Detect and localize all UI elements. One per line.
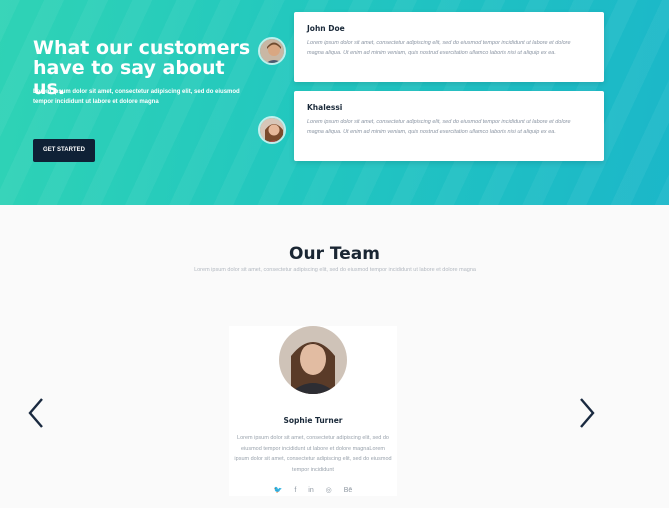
member-social-links: 🐦 f in ◎ Bē: [229, 486, 397, 494]
team-subtitle: Lorem ipsum dolor sit amet, consectetur …: [194, 267, 476, 273]
hero-text: Lorem ipsum dolor sit amet, consectetur …: [33, 89, 240, 105]
dribbble-icon[interactable]: ◎: [326, 486, 332, 494]
member-photo: [279, 326, 347, 394]
twitter-icon[interactable]: 🐦: [274, 486, 283, 494]
team-title: Our Team: [289, 244, 380, 264]
facebook-icon[interactable]: f: [294, 487, 296, 494]
chevron-right-icon: [580, 398, 595, 428]
john-doe-avatar: [258, 37, 286, 65]
linkedin-icon[interactable]: in: [308, 487, 313, 494]
member-bio: Lorem ipsum dolor sit amet, consectetur …: [234, 435, 392, 473]
team-member-card: Sophie Turner Lorem ipsum dolor sit amet…: [229, 326, 397, 496]
carousel-next-button[interactable]: [578, 398, 596, 428]
testimonial-text: Lorem ipsum dolor sit amet, consectetur …: [307, 119, 571, 135]
member-name: Sophie Turner: [283, 416, 343, 425]
behance-icon[interactable]: Bē: [344, 487, 353, 494]
testimonial-name: John Doe: [307, 24, 345, 33]
testimonial-text: Lorem ipsum dolor sit amet, consectetur …: [307, 40, 571, 56]
carousel-prev-button[interactable]: [27, 398, 45, 428]
testimonial-card-khalessi: Khalessi Lorem ipsum dolor sit amet, con…: [294, 91, 604, 161]
testimonial-card-john-doe: John Doe Lorem ipsum dolor sit amet, con…: [294, 12, 604, 82]
testimonial-name: Khalessi: [307, 103, 343, 112]
khalessi-avatar: [258, 116, 286, 144]
chevron-left-icon: [28, 398, 43, 428]
get-started-button[interactable]: GET STARTED: [33, 139, 95, 162]
testimonials-hero: What our customers have to say about us.…: [0, 0, 669, 205]
